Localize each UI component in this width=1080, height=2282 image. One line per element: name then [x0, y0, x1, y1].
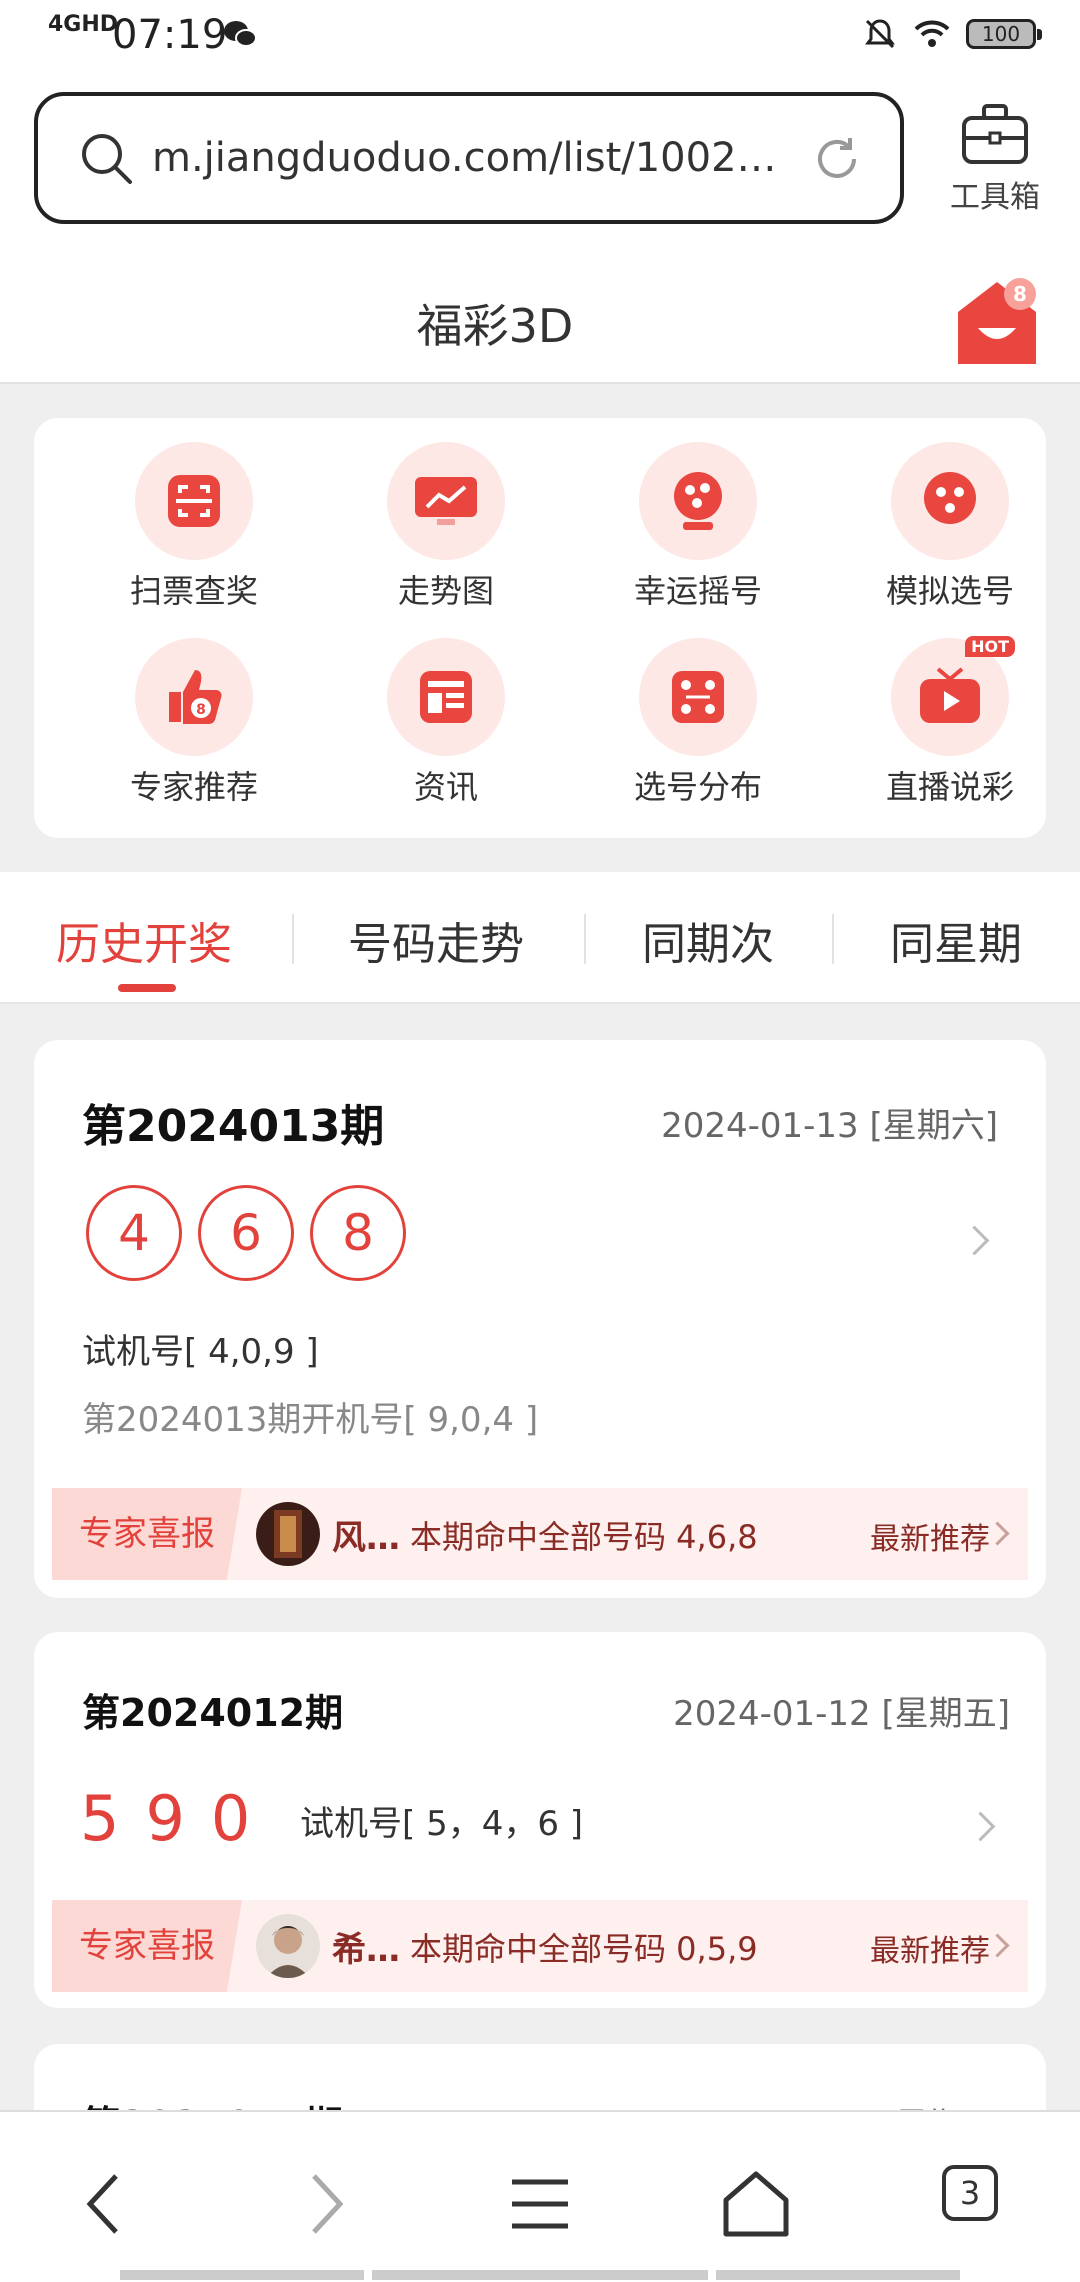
- status-bar: 4GHD 07:19 100: [0, 0, 1080, 72]
- expert-tag: 专家喜报: [52, 1488, 242, 1580]
- machine-number: 第2024013期开机号[ 9,0,4 ]: [82, 1400, 539, 1440]
- avatar: [256, 1502, 320, 1566]
- feature-menu: 扫票查奖 走势图 幸运摇号 模拟选号 8 专家推荐 资讯 选号分布 HOT 直播…: [34, 418, 1046, 838]
- hot-badge: HOT: [965, 636, 1015, 657]
- home-mascot-icon[interactable]: 8: [952, 272, 1042, 368]
- winning-ball: 4: [86, 1185, 182, 1281]
- page-header: 福彩3D 8: [0, 262, 1080, 384]
- reload-icon[interactable]: [810, 132, 864, 186]
- url-text[interactable]: m.jiangduoduo.com/list/1002…: [152, 135, 772, 181]
- winning-ball: 8: [310, 1185, 406, 1281]
- scan-icon: [135, 442, 253, 560]
- menu-label: 模拟选号: [885, 572, 1014, 610]
- toolbox-icon: [962, 104, 1028, 164]
- forward-icon[interactable]: [284, 2164, 364, 2244]
- expert-name: 希…: [332, 1930, 400, 1970]
- expert-name: 风…: [332, 1518, 400, 1558]
- chevron-right-icon: [965, 1811, 996, 1842]
- tab-divider: [584, 914, 586, 964]
- menu-label: 直播说彩: [885, 768, 1014, 806]
- draw-card[interactable]: 第2024012期 2024-01-12 [星期五] 590 试机号[ 5，4，…: [34, 1632, 1046, 2008]
- dice-icon: [639, 638, 757, 756]
- wechat-notification-icon: [224, 21, 257, 47]
- browser-toolbar: m.jiangduoduo.com/list/1002… 工具箱: [0, 72, 1080, 262]
- active-tab-indicator: [118, 984, 176, 992]
- menu-item-live-broadcast[interactable]: HOT 直播说彩: [840, 636, 1060, 808]
- tab-divider: [832, 914, 834, 964]
- toolbox-label: 工具箱: [950, 180, 1040, 215]
- ball-icon: [891, 442, 1009, 560]
- svg-text:8: 8: [196, 702, 206, 718]
- expert-message: 本期命中全部号码 0,5,9: [410, 1930, 758, 1968]
- tv-icon: HOT: [891, 636, 1015, 756]
- tab-number-trend[interactable]: 号码走势: [348, 908, 524, 972]
- winning-numbers: 590: [80, 1782, 277, 1855]
- menu-item-trend-chart[interactable]: 走势图: [336, 442, 556, 612]
- tab-divider: [292, 914, 294, 964]
- back-icon[interactable]: [66, 2164, 146, 2244]
- news-icon: [387, 638, 505, 756]
- tab-history[interactable]: 历史开奖: [56, 908, 232, 972]
- trend-chart-icon: [387, 442, 505, 560]
- clock: 07:19: [112, 12, 228, 58]
- network-indicator: 4GHD: [48, 12, 119, 37]
- latest-recommendation-link[interactable]: 最新推荐: [870, 1926, 990, 1970]
- trial-number: 试机号[ 5，4，6 ]: [300, 1804, 584, 1844]
- svg-text:8: 8: [1013, 282, 1027, 306]
- browser-nav-bar: [0, 2110, 1080, 2282]
- tab-bar: 历史开奖 号码走势 同期次 同星期: [0, 872, 1080, 1004]
- menu-item-simulate-pick[interactable]: 模拟选号: [840, 442, 1060, 612]
- expert-message: 本期命中全部号码 4,6,8: [410, 1518, 758, 1556]
- home-icon[interactable]: [716, 2164, 796, 2244]
- trial-number: 试机号[ 4,0,9 ]: [82, 1332, 319, 1372]
- draw-date: 2024-01-12 [星期五]: [673, 1694, 1010, 1734]
- latest-recommendation-link[interactable]: 最新推荐: [870, 1514, 990, 1558]
- gesture-bar: [120, 2270, 364, 2280]
- menu-label: 幸运摇号: [633, 572, 762, 610]
- search-icon: [82, 134, 132, 184]
- menu-label: 专家推荐: [129, 768, 258, 806]
- address-bar[interactable]: m.jiangduoduo.com/list/1002…: [34, 92, 904, 224]
- menu-item-expert-picks[interactable]: 8 专家推荐: [84, 638, 304, 808]
- status-icons: 100: [862, 16, 1042, 52]
- gesture-bar: [372, 2270, 708, 2280]
- winning-ball: 6: [198, 1185, 294, 1281]
- expert-tag: 专家喜报: [52, 1900, 242, 1992]
- wifi-icon: [914, 20, 950, 47]
- thumbs-up-icon: 8: [135, 638, 253, 756]
- menu-label: 选号分布: [633, 768, 762, 806]
- menu-label: 资讯: [413, 768, 478, 806]
- tab-same-period[interactable]: 同期次: [642, 908, 774, 972]
- page-title: 福彩3D: [416, 299, 574, 353]
- draw-date: 2024-01-13 [星期六]: [661, 1106, 998, 1146]
- menu-icon[interactable]: [500, 2164, 580, 2244]
- lottery-machine-icon: [639, 442, 757, 560]
- issue-number: 第2024012期: [82, 1691, 344, 1735]
- draw-card[interactable]: 第2024013期 2024-01-13 [星期六] 4 6 8 试机号[ 4,…: [34, 1040, 1046, 1598]
- menu-label: 走势图: [397, 572, 494, 610]
- menu-item-number-distribution[interactable]: 选号分布: [588, 638, 808, 808]
- expert-banner[interactable]: 专家喜报 风… 本期命中全部号码 4,6,8 最新推荐: [52, 1488, 1028, 1580]
- mute-bell-icon: [865, 19, 895, 49]
- toolbox-button[interactable]: 工具箱: [940, 102, 1050, 216]
- avatar: [256, 1914, 320, 1978]
- chevron-right-icon: [959, 1225, 990, 1256]
- menu-item-lucky-draw[interactable]: 幸运摇号: [588, 442, 808, 612]
- menu-item-news[interactable]: 资讯: [336, 638, 556, 808]
- issue-number: 第2024013期: [82, 1101, 385, 1152]
- menu-label: 扫票查奖: [129, 572, 258, 610]
- expert-banner[interactable]: 专家喜报 希… 本期命中全部号码 0,5,9 最新推荐: [52, 1900, 1028, 1992]
- tab-same-weekday[interactable]: 同星期: [890, 908, 1022, 972]
- menu-item-scan-ticket[interactable]: 扫票查奖: [84, 442, 304, 612]
- battery-indicator: 100: [966, 19, 1042, 49]
- tab-count-button[interactable]: 3: [942, 2165, 998, 2221]
- gesture-bar: [716, 2270, 960, 2280]
